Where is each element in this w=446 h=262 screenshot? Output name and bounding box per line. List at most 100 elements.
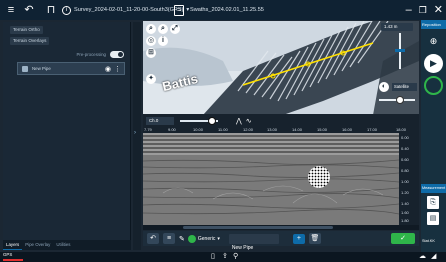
survey-info-icon[interactable]: i [62, 5, 71, 15]
signal-icon[interactable]: ∿ [246, 117, 252, 125]
footer-label: Stat.KK [422, 239, 435, 243]
axis-tick: 11.00 [218, 127, 228, 132]
status-progress [3, 259, 23, 261]
depth-tick: 0.40 [401, 146, 409, 151]
channel-select[interactable]: Ch.0 [146, 116, 174, 125]
record-button[interactable]: ▶ [424, 54, 443, 73]
terrain-overlays-chip[interactable]: Terrain Overlays [10, 37, 50, 45]
app-window: ≡ ↶ ⊓ i Survey_2024-02-01_11-20-00-South… [0, 0, 446, 262]
gps-status-label: GPS [3, 252, 13, 257]
depth-tick: 0.00 [401, 135, 409, 140]
depth-tick: 1.40 [401, 201, 409, 206]
map-view[interactable]: Battis ⌕ ⌕ ⤢ ◎ i ⊞ ✦ 1.43 m Satellite ◐ [143, 21, 419, 115]
terrain-ortho-chip[interactable]: Terrain Ortho [10, 26, 43, 34]
pen-icon[interactable]: ✎ [179, 235, 185, 243]
axis-tick: 7.79 [144, 127, 152, 132]
depth-tick: 1.20 [401, 190, 409, 195]
menu-icon[interactable]: ≡ [4, 3, 18, 17]
signal-gauge-icon [424, 76, 443, 95]
waveform-icon[interactable]: ⋀ [236, 117, 242, 125]
scrollbar-thumb[interactable] [183, 226, 333, 229]
reposition-header[interactable]: Reposition [421, 20, 446, 29]
axis-tick: 9.00 [168, 127, 176, 132]
right-panel: Reposition ⊕ ▶ Measurement ⎘ ▤ Stat.KK [421, 20, 446, 252]
close-icon[interactable]: ✕ [434, 3, 443, 17]
radargram-toolbar: Ch.0 ⋀ ∿ [143, 114, 419, 127]
document-icon[interactable]: ▤ [427, 212, 439, 225]
panel-collapse-handle[interactable]: › [133, 22, 141, 250]
restore-icon[interactable]: ❐ [419, 3, 427, 17]
cloud-icon: ☁ [419, 253, 426, 260]
zoom-readout-value: 1.43 m [384, 24, 398, 29]
upload-icon[interactable]: ⇪ [222, 252, 228, 260]
minimize-icon[interactable]: – [406, 3, 412, 17]
filter-icon[interactable]: ⊓ [44, 3, 58, 17]
back-icon[interactable]: ↶ [22, 3, 36, 17]
tab-utilities[interactable]: Utilities [53, 240, 73, 250]
zoom-readout: 1.43 m [381, 23, 413, 31]
satellite-imagery [143, 21, 419, 115]
zoom-slider[interactable] [395, 33, 405, 69]
depth-tick: 1.80 [401, 218, 409, 223]
add-button[interactable]: + [292, 233, 305, 244]
opacity-slider[interactable] [379, 96, 415, 104]
axis-tick: 16.00 [342, 127, 353, 132]
measurement-header[interactable]: Measurement [421, 184, 446, 193]
radargram-view[interactable] [143, 133, 399, 225]
zoom-search-icon[interactable]: ⌕ [158, 24, 168, 34]
visibility-icon[interactable]: ◉ [105, 65, 111, 73]
confirm-button[interactable]: ✓ [391, 233, 415, 244]
file-title: Swaths_2024.02.01_11.25.55 [190, 7, 264, 13]
depth-tick: 1.00 [401, 179, 409, 184]
search-icon[interactable]: ⌕ [146, 24, 156, 34]
link-icon[interactable]: ⚲ [233, 252, 238, 260]
tab-pipe-overlay[interactable]: Pipe Overlay [22, 240, 53, 250]
channel-select-value: Ch.0 [149, 117, 159, 123]
grid-icon[interactable]: ⊞ [146, 48, 156, 58]
type-select[interactable]: Generic [198, 236, 216, 242]
survey-title[interactable]: Survey_2024-02-01_11-20-00-South3(GPS) [74, 7, 183, 13]
opacity-slider-handle[interactable] [396, 96, 404, 104]
chevron-down-icon: ▾ [217, 235, 220, 242]
pipe-name-value: New Pipe [231, 244, 254, 251]
axis-tick: 15.00 [317, 127, 328, 132]
pipe-name-input[interactable]: New Pipe [228, 233, 279, 251]
type-color-dot [187, 234, 196, 243]
tab-layers[interactable]: Layers [3, 240, 23, 250]
info-icon[interactable]: i [158, 36, 168, 46]
depth-axis: 0.00 0.40 0.60 0.80 1.00 1.20 1.40 1.60 … [399, 133, 419, 225]
gain-slider-handle[interactable] [208, 116, 216, 125]
pipe-toolbar: ↶ ≡ ✎ Generic ▾ New Pipe + 🗑 ✓ [143, 231, 419, 251]
zoom-slider-handle[interactable] [395, 49, 405, 52]
export-icon[interactable]: ⎘ [427, 196, 439, 209]
align-button[interactable]: ≡ [163, 233, 175, 244]
fit-view-icon[interactable]: ⤢ [170, 24, 180, 34]
depth-tick: 0.80 [401, 168, 409, 173]
preprocess-row: Pre-processing [13, 50, 124, 58]
phone-icon[interactable]: ▯ [211, 252, 215, 260]
radargram-image [143, 133, 399, 225]
basemap-value: Satellite [394, 84, 409, 89]
compass-icon[interactable]: ✦ [146, 74, 156, 84]
signal-strength-icon: ◢ [431, 253, 437, 260]
layer-color-icon [22, 65, 28, 72]
delete-button[interactable]: 🗑 [308, 233, 321, 244]
basemap-select[interactable]: Satellite [392, 83, 417, 91]
axis-tick: 12.00 [243, 127, 254, 132]
gain-slider[interactable] [180, 116, 218, 125]
locate-icon[interactable]: ◎ [146, 36, 156, 46]
undo-button[interactable]: ↶ [147, 233, 159, 244]
opacity-icon[interactable]: ◐ [379, 82, 389, 92]
file-tab[interactable]: ▭ Swaths_2024.02.01_11.25.55 [174, 3, 264, 17]
layer-menu-icon[interactable]: ⋮ [114, 65, 121, 73]
status-bar: GPS ▯ ⇪ ⚲ ☁ ◢ [0, 252, 446, 262]
chevron-right-icon: › [134, 130, 136, 136]
preprocess-toggle[interactable] [110, 50, 124, 58]
layer-name: New Pipe [32, 66, 51, 71]
gps-status-icon: ⊕ [429, 36, 438, 46]
preprocess-label: Pre-processing [76, 51, 106, 57]
axis-tick: 17.00 [367, 127, 378, 132]
radargram-scrollbar[interactable] [143, 225, 419, 230]
axis-tick: 18.00 [396, 127, 407, 132]
layer-row[interactable]: New Pipe ◉ ⋮ [17, 62, 125, 75]
